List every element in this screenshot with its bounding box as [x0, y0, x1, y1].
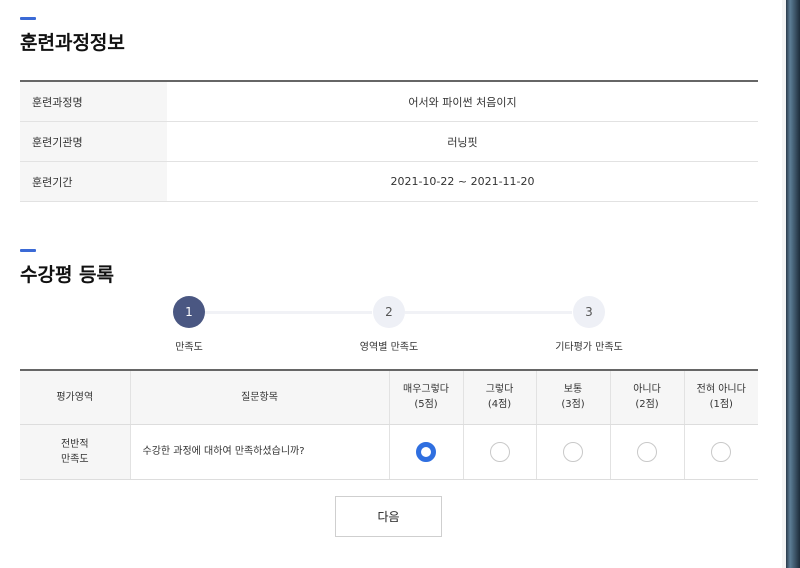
- table-header-row: 평가영역 질문항목 매우그렇다 (5점) 그렇다 (4점) 보통 (3점) 아니다 (2…: [20, 370, 758, 425]
- info-value: 2021-10-22 ~ 2021-11-20: [390, 175, 535, 188]
- info-value: 러닝핏: [447, 135, 478, 149]
- radio-cell-4: [463, 424, 537, 480]
- info-label: 훈련과정명: [20, 82, 167, 121]
- header-option-5: 매우그렇다 (5점): [389, 370, 464, 425]
- evaluation-table: 평가영역 질문항목 매우그렇다 (5점) 그렇다 (4점) 보통 (3점) 아니다 (2…: [20, 369, 758, 480]
- table-row: 전반적만족도 수강한 과정에 대하여 만족하셨습니까?: [20, 424, 758, 480]
- radio-option-2[interactable]: [637, 441, 657, 462]
- step-indicator: 1 만족도 2 영역별 만족도 3 기타평가 만족도: [0, 296, 800, 356]
- radio-option-4[interactable]: [489, 441, 510, 462]
- row-question: 수강한 과정에 대하여 만족하셨습니까?: [130, 424, 390, 480]
- info-label: 훈련기관명: [20, 122, 167, 161]
- info-row-institution: 훈련기관명 러닝핏: [20, 122, 758, 162]
- option-label: 보통: [563, 384, 583, 396]
- step-3: 3 기타평가 만족도: [529, 296, 649, 353]
- step-1: 1 만족도: [129, 296, 249, 353]
- radio-cell-3: [536, 424, 611, 480]
- radio-option-1[interactable]: [711, 441, 732, 462]
- option-score: (4점): [487, 399, 512, 411]
- info-value: 어서와 파이썬 처음이지: [408, 95, 517, 109]
- radio-option-3[interactable]: [563, 441, 583, 462]
- step-number-1: 1: [173, 296, 205, 328]
- option-label: 전혀 아니다: [696, 384, 746, 396]
- radio-option-5[interactable]: [416, 441, 436, 462]
- option-score: (2점): [635, 399, 659, 411]
- info-label: 훈련기간: [20, 162, 167, 201]
- header-option-2: 아니다 (2점): [610, 370, 685, 425]
- step-2: 2 영역별 만족도: [329, 296, 449, 353]
- section-accent-bar: [20, 249, 36, 252]
- step-label-1: 만족도: [175, 342, 203, 353]
- info-row-period: 훈련기간 2021-10-22 ~ 2021-11-20: [20, 162, 758, 202]
- step-number-3: 3: [573, 296, 605, 328]
- header-option-4: 그렇다 (4점): [463, 370, 537, 425]
- background-window-edge: [782, 0, 800, 568]
- row-area: 전반적만족도: [20, 424, 131, 480]
- section-accent-bar: [20, 17, 36, 20]
- next-button[interactable]: 다음: [335, 496, 442, 537]
- radio-cell-1: [684, 424, 758, 480]
- header-option-1: 전혀 아니다 (1점): [684, 370, 758, 425]
- radio-cell-2: [610, 424, 685, 480]
- option-label: 아니다: [633, 384, 661, 396]
- option-score: (3점): [561, 399, 585, 411]
- header-question: 질문항목: [130, 370, 390, 425]
- step-label-3: 기타평가 만족도: [555, 342, 623, 353]
- course-info-table: 훈련과정명 어서와 파이썬 처음이지 훈련기관명 러닝핏 훈련기간 2021-1…: [20, 80, 758, 202]
- step-number-2: 2: [373, 296, 405, 328]
- course-info-title: 훈련과정정보: [20, 32, 125, 54]
- radio-cell-5: [389, 424, 464, 480]
- info-row-course-name: 훈련과정명 어서와 파이썬 처음이지: [20, 82, 758, 122]
- review-title: 수강평 등록: [20, 264, 115, 286]
- option-score: (1점): [709, 399, 733, 411]
- header-area: 평가영역: [20, 370, 131, 425]
- option-label: 매우그렇다: [403, 384, 449, 396]
- step-label-2: 영역별 만족도: [359, 342, 419, 353]
- area-line: 전반적: [60, 438, 89, 450]
- option-score: (5점): [414, 399, 438, 411]
- header-option-3: 보통 (3점): [536, 370, 611, 425]
- area-line: 만족도: [60, 453, 89, 465]
- option-label: 그렇다: [485, 384, 514, 396]
